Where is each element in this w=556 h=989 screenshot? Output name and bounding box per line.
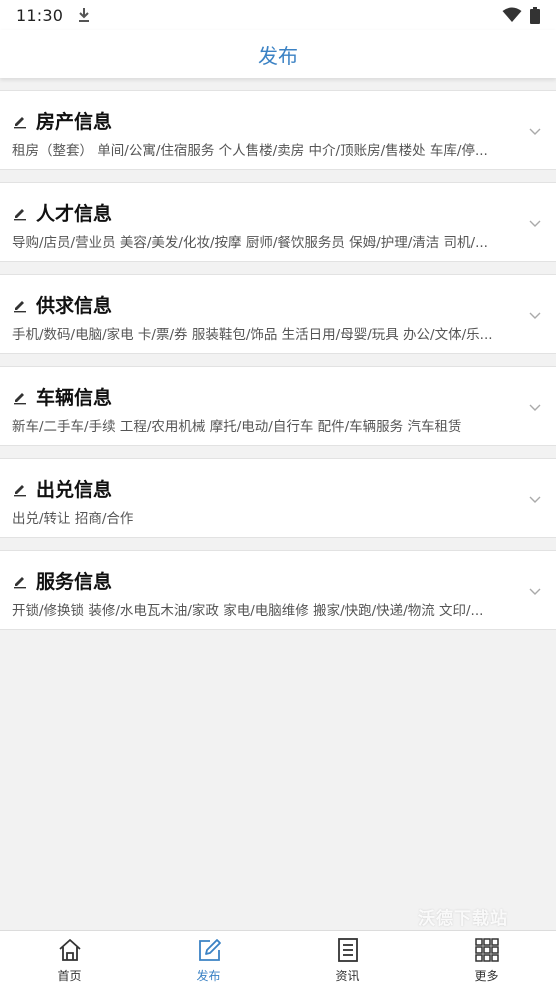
category-description: 开锁/修换锁 装修/水电瓦木油/家政 家电/电脑维修 搬家/快跑/快递/物流 文… bbox=[12, 603, 484, 619]
pencil-icon bbox=[14, 576, 26, 588]
download-icon bbox=[79, 8, 90, 22]
category-item-vehicles[interactable]: 车辆信息 新车/二手车/手续 工程/农用机械 摩托/电动/自行车 配件/车辆服务… bbox=[0, 366, 556, 446]
pencil-icon bbox=[14, 300, 26, 312]
chevron-down-icon bbox=[529, 312, 541, 319]
category-title: 车辆信息 bbox=[36, 387, 113, 409]
category-description: 导购/店员/营业员 美容/美发/化妆/按摩 厨师/餐饮服务员 保姆/护理/清洁 … bbox=[12, 235, 488, 251]
page-title: 发布 bbox=[258, 43, 298, 68]
grid-icon bbox=[474, 938, 499, 962]
status-time: 11:30 bbox=[16, 5, 64, 25]
chevron-down-icon bbox=[529, 588, 541, 595]
category-item-transfer[interactable]: 出兑信息 出兑/转让 招商/合作 bbox=[0, 458, 556, 538]
category-item-jobs[interactable]: 人才信息 导购/店员/营业员 美容/美发/化妆/按摩 厨师/餐饮服务员 保姆/护… bbox=[0, 182, 556, 262]
home-icon bbox=[58, 939, 81, 961]
status-bar: 11:30 bbox=[0, 0, 556, 30]
news-icon bbox=[337, 938, 358, 962]
tab-news[interactable]: 资讯 bbox=[278, 931, 417, 989]
tab-label: 发布 bbox=[196, 969, 221, 983]
chevron-down-icon bbox=[529, 220, 541, 227]
chevron-down-icon bbox=[529, 496, 541, 503]
category-item-supply[interactable]: 供求信息 手机/数码/电脑/家电 卡/票/券 服装鞋包/饰品 生活日用/母婴/玩… bbox=[0, 274, 556, 354]
pencil-icon bbox=[14, 208, 26, 220]
tab-label: 更多 bbox=[474, 969, 499, 983]
chevron-down-icon bbox=[529, 404, 541, 411]
tab-publish[interactable]: 发布 bbox=[139, 931, 278, 989]
category-title: 供求信息 bbox=[36, 295, 113, 317]
app-header: 发布 bbox=[0, 30, 556, 78]
category-item-property[interactable]: 房产信息 租房（整套） 单间/公寓/住宿服务 个人售楼/卖房 中介/顶账房/售楼… bbox=[0, 90, 556, 170]
category-item-services[interactable]: 服务信息 开锁/修换锁 装修/水电瓦木油/家政 家电/电脑维修 搬家/快跑/快递… bbox=[0, 550, 556, 630]
tab-home[interactable]: 首页 bbox=[0, 931, 139, 989]
chevron-down-icon bbox=[529, 128, 541, 135]
tab-label: 资讯 bbox=[335, 969, 360, 983]
category-description: 手机/数码/电脑/家电 卡/票/券 服装鞋包/饰品 生活日用/母婴/玩具 办公/… bbox=[12, 327, 493, 343]
pencil-icon bbox=[14, 484, 26, 496]
category-title: 服务信息 bbox=[36, 571, 113, 593]
battery-icon bbox=[530, 6, 540, 24]
bottom-tab-bar: 首页 发布 资讯 更多 bbox=[0, 930, 556, 989]
category-title: 出兑信息 bbox=[36, 479, 113, 501]
category-title: 房产信息 bbox=[36, 111, 113, 133]
pencil-icon bbox=[14, 392, 26, 404]
edit-icon bbox=[198, 939, 221, 961]
pencil-icon bbox=[14, 116, 26, 128]
tab-label: 首页 bbox=[57, 969, 82, 983]
wifi-icon bbox=[502, 7, 522, 22]
category-description: 新车/二手车/手续 工程/农用机械 摩托/电动/自行车 配件/车辆服务 汽车租赁 bbox=[12, 419, 462, 435]
category-description: 租房（整套） 单间/公寓/住宿服务 个人售楼/卖房 中介/顶账房/售楼处 车库/… bbox=[12, 143, 488, 159]
category-list: 房产信息 租房（整套） 单间/公寓/住宿服务 个人售楼/卖房 中介/顶账房/售楼… bbox=[0, 90, 556, 642]
tab-more[interactable]: 更多 bbox=[417, 931, 556, 989]
category-description: 出兑/转让 招商/合作 bbox=[12, 511, 134, 527]
watermark: 沃德下载站 bbox=[418, 909, 508, 929]
category-title: 人才信息 bbox=[36, 203, 113, 225]
